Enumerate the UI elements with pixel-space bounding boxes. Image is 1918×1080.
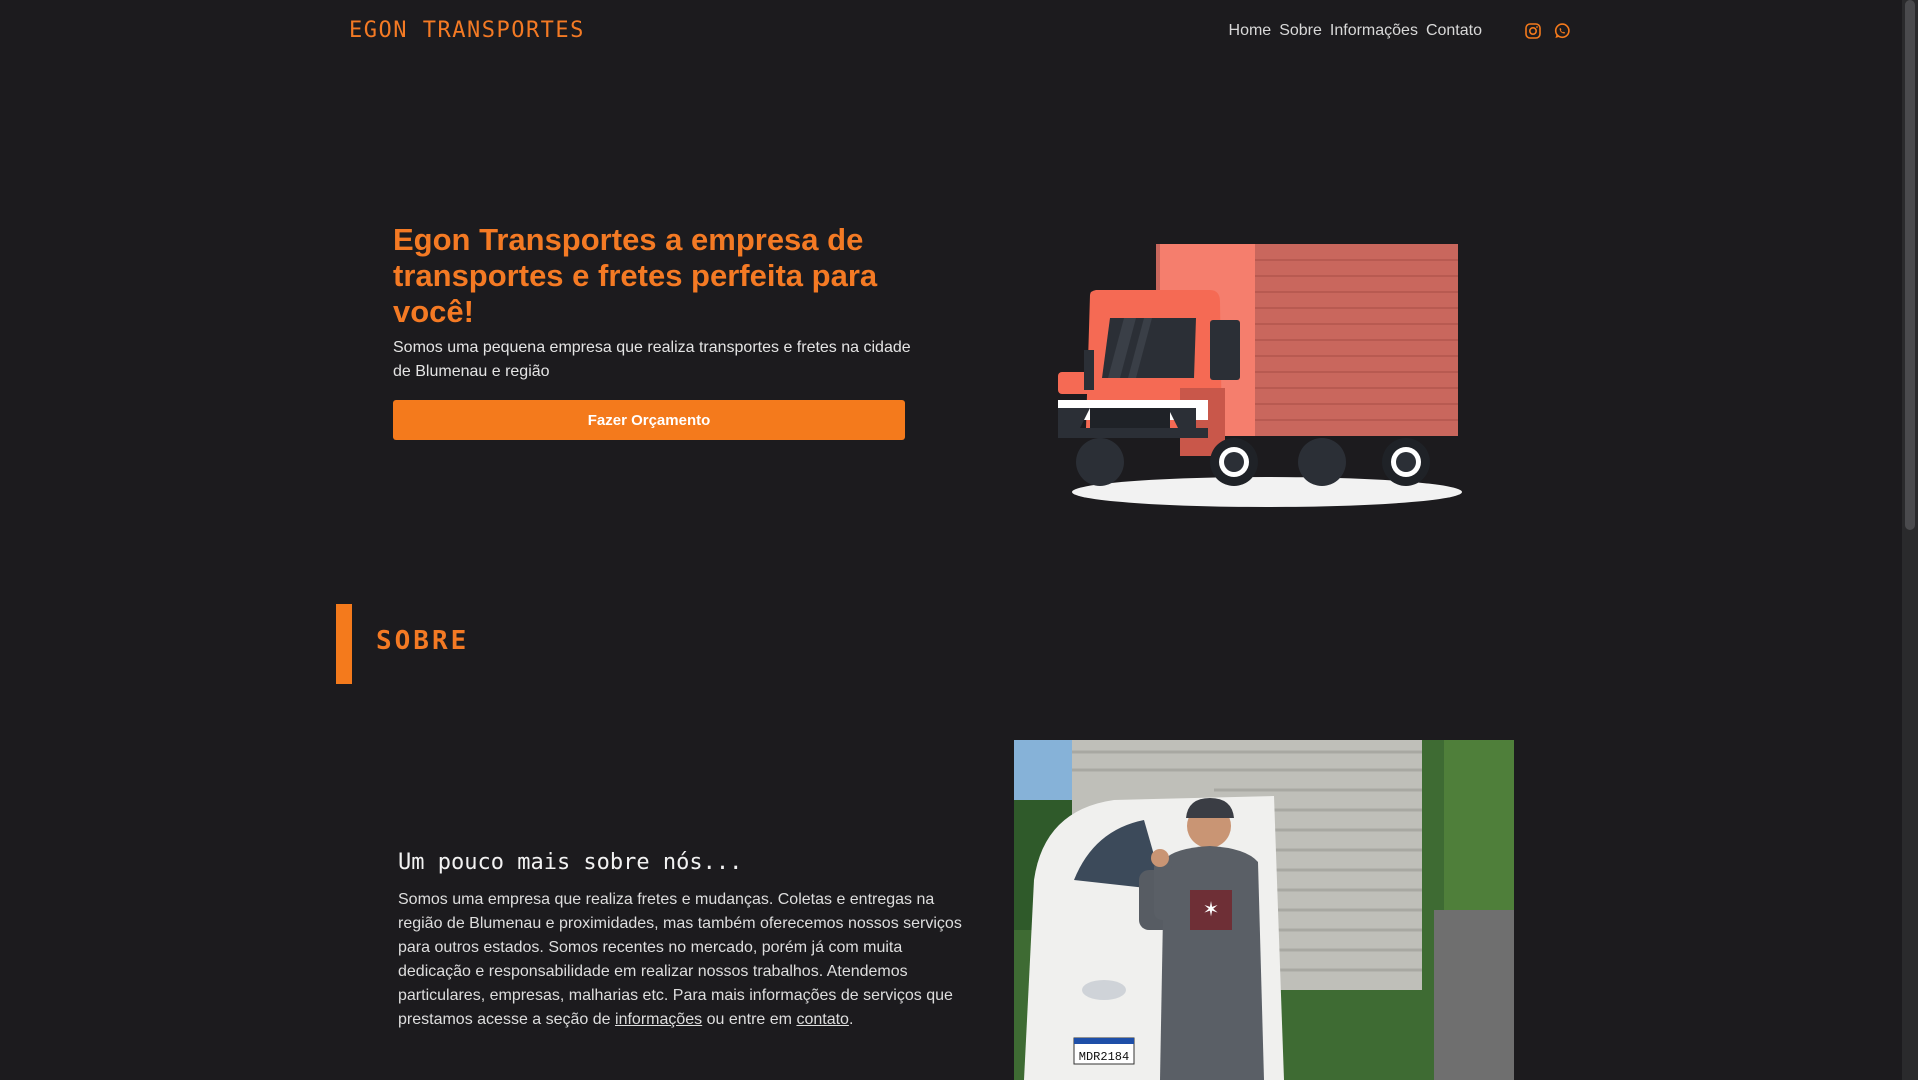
about-text-part: . [848, 1011, 854, 1028]
nav-links: Home Sobre Informações Contato [1229, 22, 1482, 40]
truck-illustration [1058, 244, 1462, 507]
license-plate: MDR2184 [1079, 1050, 1129, 1064]
nav-link-home[interactable]: Home [1229, 22, 1272, 40]
page-scrollbar[interactable] [1902, 0, 1918, 1080]
hero-title: Egon Transportes a empresa de transporte… [393, 222, 878, 329]
about-text-part: Somos uma empresa que realiza fretes e m… [398, 891, 962, 1028]
quote-button[interactable]: Fazer Orçamento [393, 400, 905, 440]
section-accent-bar [336, 604, 352, 684]
social-links [1524, 22, 1571, 40]
scrollbar-thumb[interactable] [1905, 0, 1915, 530]
instagram-icon[interactable] [1524, 22, 1542, 40]
link-informacoes[interactable]: informações [615, 1011, 702, 1028]
top-navbar: EGON TRANSPORTES Home Sobre Informações … [0, 0, 1902, 64]
about-photo: MDR2184 ✶ [1014, 740, 1514, 1080]
nav-link-contato[interactable]: Contato [1426, 22, 1482, 40]
section-title-sobre: SOBRE [376, 626, 470, 656]
brand-logo[interactable]: EGON TRANSPORTES [349, 18, 585, 43]
link-contato[interactable]: contato [796, 1011, 848, 1028]
whatsapp-icon[interactable] [1553, 22, 1571, 40]
hero-subtitle: Somos uma pequena empresa que realiza tr… [393, 339, 911, 380]
nav-link-sobre[interactable]: Sobre [1279, 22, 1322, 40]
about-heading: Um pouco mais sobre nós... [398, 850, 743, 875]
about-paragraph: Somos uma empresa que realiza fretes e m… [398, 888, 978, 1032]
nav-link-informacoes[interactable]: Informações [1330, 22, 1418, 40]
svg-text:✶: ✶ [1203, 899, 1220, 921]
about-text-part: ou entre em [702, 1011, 797, 1028]
